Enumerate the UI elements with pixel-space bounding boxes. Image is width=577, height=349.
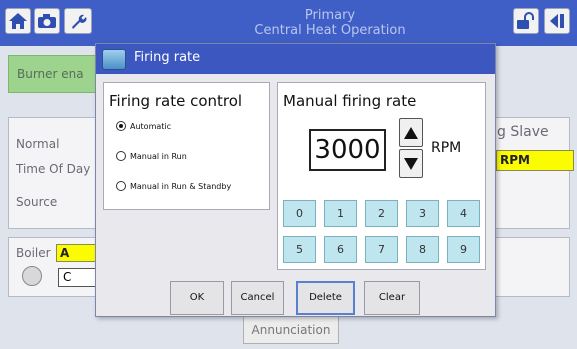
camera-button[interactable]: [34, 8, 60, 34]
tab-annunciation[interactable]: Annunciation: [243, 316, 339, 344]
firing-rate-control-group: Firing rate control Automatic Manual in …: [103, 82, 270, 210]
title-line-2: Central Heat Operation: [254, 23, 406, 38]
title-line-1: Primary: [304, 8, 356, 23]
normal-label: Normal: [16, 137, 60, 151]
source-label: Source: [16, 195, 58, 209]
key-3[interactable]: 3: [406, 200, 439, 227]
manual-group-title: Manual firing rate: [283, 92, 417, 110]
dialog-title: Firing rate: [134, 50, 201, 65]
burner-enable-button[interactable]: Burner ena: [8, 55, 96, 93]
key-6[interactable]: 6: [324, 236, 357, 263]
boiler-indicator: [22, 266, 42, 286]
arrow-down-icon: [404, 158, 418, 170]
ok-button[interactable]: OK: [170, 281, 224, 315]
key-0[interactable]: 0: [283, 200, 316, 227]
radio-dot[interactable]: [116, 181, 126, 191]
control-group-title: Firing rate control: [109, 92, 243, 110]
radio-label: Manual in Run: [130, 151, 187, 161]
boiler-label: Boiler: [16, 246, 51, 260]
camera-icon: [38, 14, 56, 28]
radio-label: Automatic: [130, 121, 172, 131]
slave-value: RPM: [496, 150, 574, 171]
key-5[interactable]: 5: [283, 236, 316, 263]
key-9[interactable]: 9: [447, 236, 480, 263]
radio-manual-in-run[interactable]: Manual in Run: [116, 151, 187, 161]
home-icon: [9, 13, 27, 29]
dialog-app-icon: [102, 49, 126, 70]
rpm-value-field[interactable]: 3000: [309, 129, 386, 171]
firing-rate-dialog: Firing rate Firing rate control Automati…: [95, 43, 496, 317]
home-button[interactable]: [5, 8, 31, 34]
back-icon: [550, 14, 564, 28]
radio-label: Manual in Run & Standby: [130, 181, 232, 191]
wrench-icon: [72, 14, 87, 29]
header-bar: Primary Central Heat Operation: [0, 0, 577, 46]
boiler-status: A: [56, 244, 96, 262]
key-8[interactable]: 8: [406, 236, 439, 263]
key-7[interactable]: 7: [365, 236, 398, 263]
manual-firing-rate-group: Manual firing rate 3000 RPM 0 1 2 3 4 5 …: [277, 82, 486, 270]
back-button[interactable]: [544, 8, 570, 34]
increase-button[interactable]: [399, 118, 423, 147]
wrench-button[interactable]: [64, 8, 92, 34]
radio-dot[interactable]: [116, 121, 126, 131]
unlock-icon: [517, 12, 534, 29]
clear-button[interactable]: Clear: [364, 281, 420, 315]
radio-dot[interactable]: [116, 151, 126, 161]
unlock-button[interactable]: [513, 8, 539, 34]
dialog-title-bar: Firing rate: [96, 44, 495, 74]
key-1[interactable]: 1: [324, 200, 357, 227]
decrease-button[interactable]: [399, 149, 423, 178]
screen: Primary Central Heat Operation Burner en…: [0, 0, 577, 349]
time-of-day-label: Time Of Day: [16, 162, 91, 176]
arrow-up-icon: [404, 127, 418, 139]
delete-button[interactable]: Delete: [296, 281, 355, 315]
radio-manual-in-run-standby[interactable]: Manual in Run & Standby: [116, 181, 231, 191]
boiler-box: C: [58, 268, 98, 287]
key-4[interactable]: 4: [447, 200, 480, 227]
cancel-button[interactable]: Cancel: [231, 281, 284, 315]
radio-automatic[interactable]: Automatic: [116, 121, 171, 131]
rpm-unit-label: RPM: [431, 140, 462, 156]
slave-label: g Slave: [497, 124, 549, 140]
key-2[interactable]: 2: [365, 200, 398, 227]
screen-title: Primary Central Heat Operation: [200, 8, 460, 38]
